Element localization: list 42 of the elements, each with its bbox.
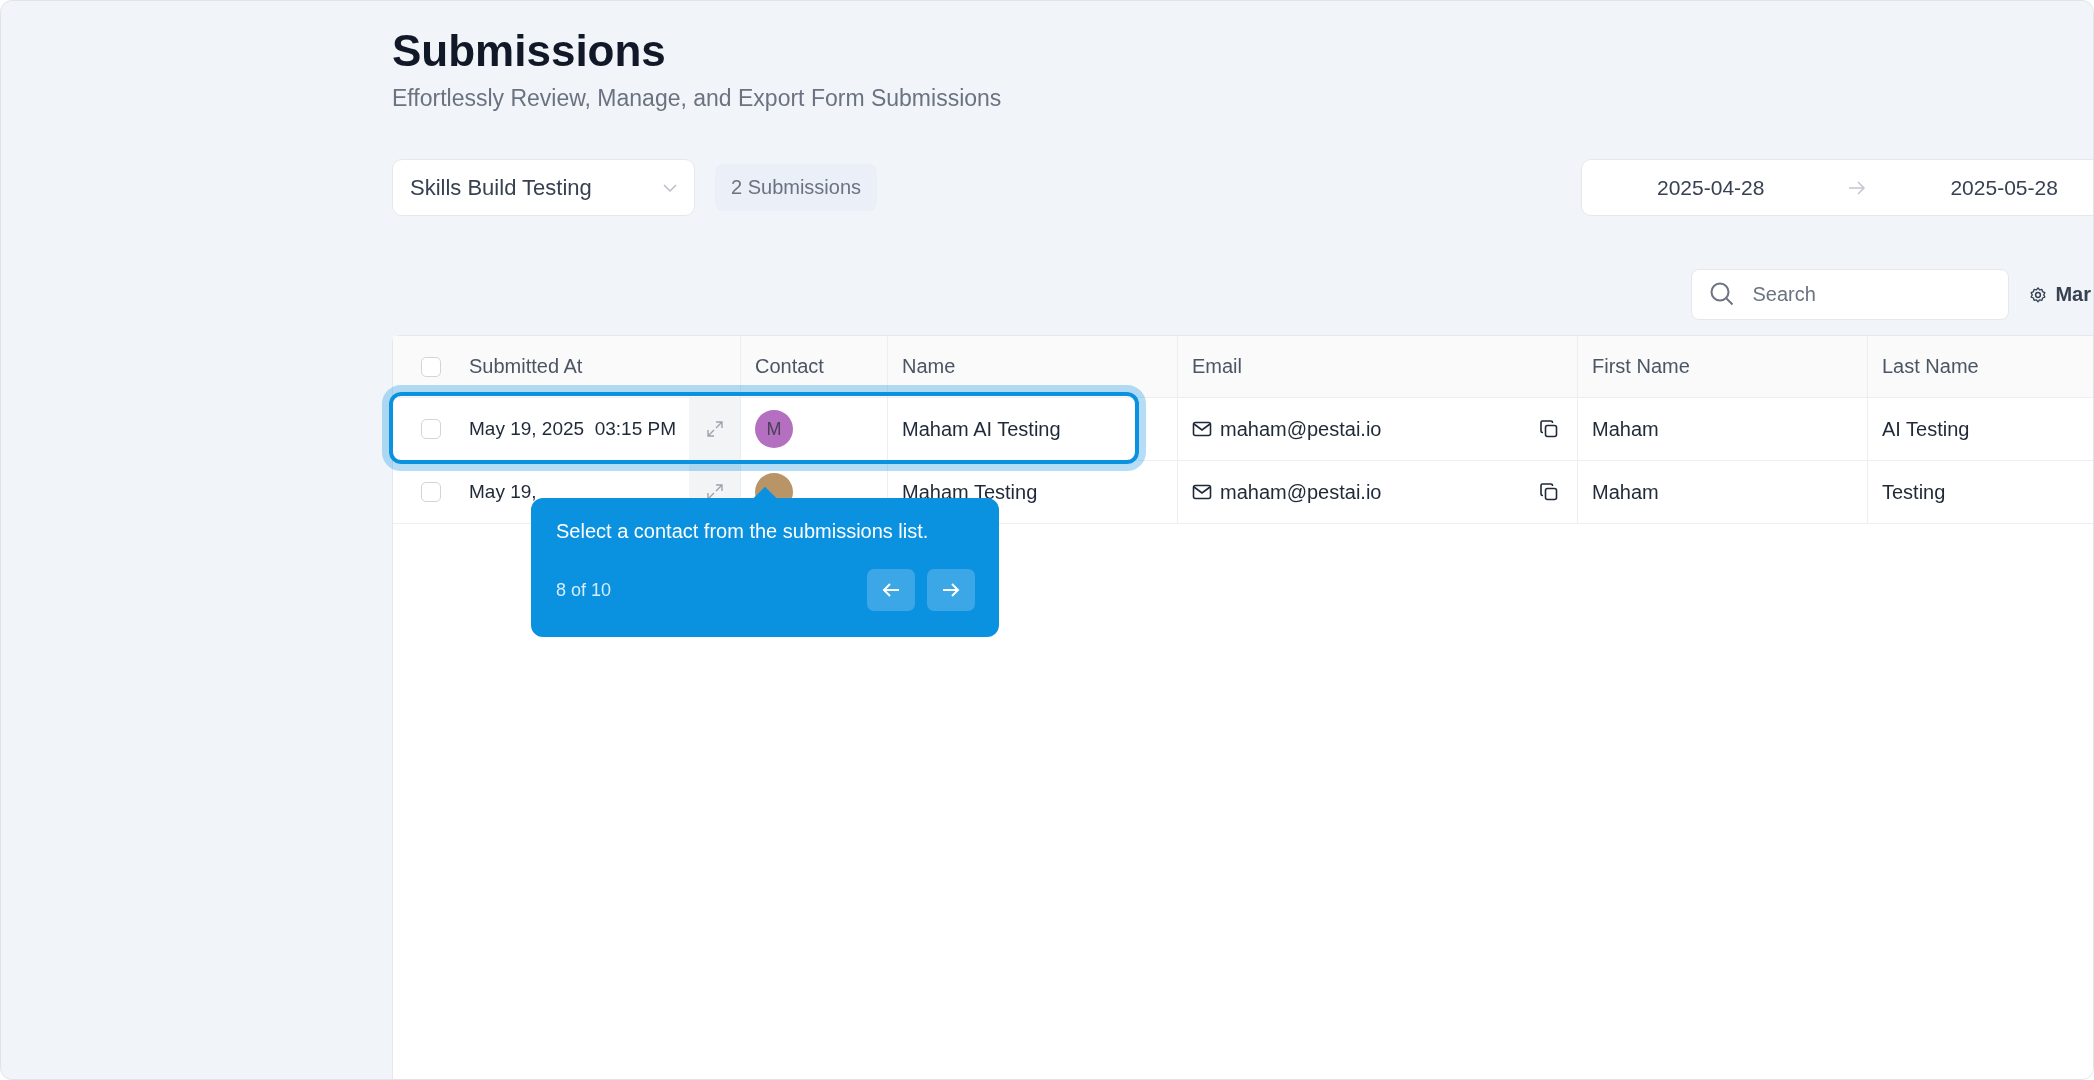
copy-icon[interactable] (1539, 482, 1559, 502)
date-range-picker[interactable]: 2025-04-28 2025-05-28 (1581, 159, 2093, 216)
column-header: Email (1192, 355, 1242, 378)
email-cell-text: maham@pestai.io (1220, 417, 1383, 441)
arrow-left-icon (882, 582, 900, 598)
column-header: Name (902, 355, 956, 378)
arrow-right-icon (1848, 180, 1867, 195)
row-checkbox[interactable] (421, 482, 441, 502)
search-field[interactable]: Search (1691, 269, 2010, 320)
copy-icon[interactable] (1539, 419, 1559, 439)
first-name-cell: Maham (1592, 480, 1659, 504)
mail-icon (1192, 484, 1212, 500)
column-header: First Name (1592, 355, 1690, 378)
last-name-cell: Testing (1882, 480, 1946, 504)
mail-icon (1192, 421, 1212, 437)
row-checkbox[interactable] (421, 419, 441, 439)
first-name-cell: Maham (1592, 417, 1659, 441)
select-all-checkbox[interactable] (421, 356, 441, 377)
submitted-time: May 19, (469, 481, 537, 503)
page-subtitle: Effortlessly Review, Manage, and Export Form Submissions (392, 85, 1003, 112)
name-cell: Maham AI Testing (902, 417, 1061, 441)
chevron-down-icon (662, 182, 678, 193)
count-badge: 2 Submissions (715, 164, 878, 211)
form-select[interactable]: Skills Build Testing (392, 159, 695, 216)
end-date[interactable]: 2025-05-28 (1950, 175, 2058, 200)
previous-button[interactable] (867, 569, 915, 611)
settings-icon (2029, 285, 2048, 304)
manage-button[interactable]: Mar (2029, 283, 2091, 306)
table-row[interactable]: May 19, 2025 03:15 PM M Maham AI Testing maham@pestai.io Maham AI Testing (393, 398, 2093, 461)
expand-icon[interactable] (704, 419, 725, 439)
arrow-right-icon (942, 582, 960, 598)
last-name-cell: AI Testing (1882, 417, 1970, 441)
email-cell-text: maham@pestai.io (1220, 480, 1383, 504)
page-title: Submissions (392, 25, 667, 77)
column-header: Submitted At (469, 355, 583, 378)
step-counter: 8 of 10 (556, 579, 612, 601)
search-icon (1709, 281, 1736, 307)
column-header: Contact (755, 355, 824, 378)
column-header: Last Name (1882, 355, 1979, 378)
start-date[interactable]: 2025-04-28 (1657, 175, 1765, 200)
submitted-time: May 19, 2025 03:15 PM (469, 418, 676, 440)
next-button[interactable] (927, 569, 975, 611)
